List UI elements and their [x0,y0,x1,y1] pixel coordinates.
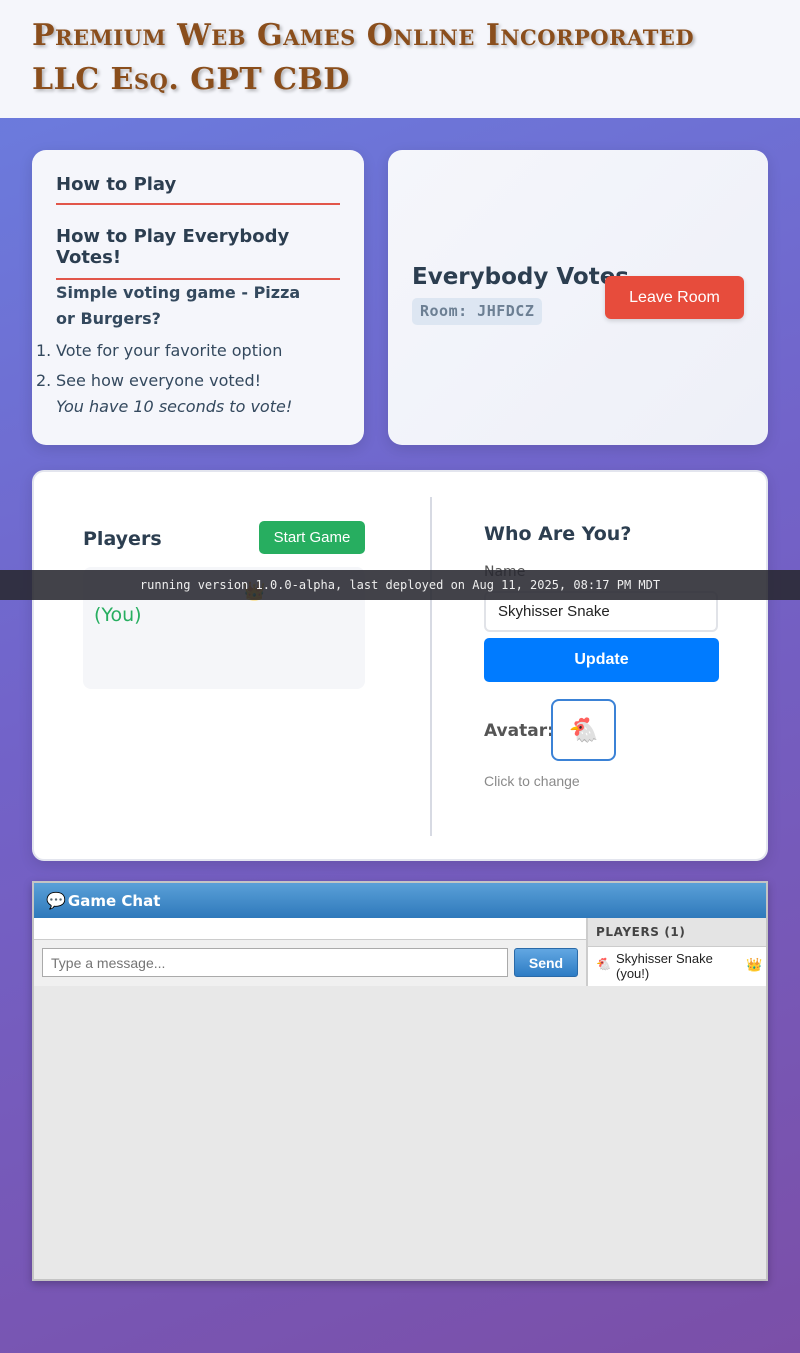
leave-room-button[interactable]: Leave Room [605,276,744,319]
chat-players-header: PLAYERS (1) [588,918,766,947]
site-header: Premium Web Games Online Incorporated LL… [0,0,800,118]
room-card: Everybody Votes Room: JHFDCZ Leave Room [388,150,768,445]
players-title: Players [83,528,162,550]
how-to-step: 1. Vote for your favorite option [36,341,283,360]
send-button[interactable]: Send [514,948,578,977]
lobby-panel: Players Start Game 👑 (You) Who Are You? … [32,470,768,861]
chat-title: Game Chat [67,891,161,910]
start-game-button[interactable]: Start Game [259,521,365,554]
who-are-you-title: Who Are You? [484,523,632,545]
avatar-hint: Click to change [484,773,580,789]
chicken-avatar-icon: 🐔 [568,716,599,744]
crown-icon: 👑 [746,957,763,972]
chicken-avatar-icon: 🐔 [596,957,611,971]
game-description: Simple voting game - Pizza or Burgers? [56,283,301,328]
chat-message-input[interactable] [42,948,508,977]
update-button[interactable]: Update [484,638,719,682]
chat-input-row: Send [34,940,586,986]
site-title: Premium Web Games Online Incorporated LL… [32,18,695,97]
version-bar: running version 1.0.0-alpha, last deploy… [0,570,800,600]
speech-bubble-icon: 💬 [46,891,66,910]
chat-players-sidebar: PLAYERS (1) 🐔 Skyhisser Snake (you!) 👑 [586,918,766,986]
avatar-label: Avatar: [484,721,554,741]
avatar-picker[interactable]: 🐔 [551,699,616,761]
panel-divider [430,497,432,836]
how-to-steps: 1. Vote for your favorite option 2. See ho… [36,336,346,396]
game-title: Everybody Votes [412,264,629,290]
game-chat: 💬 Game Chat Send PLAYERS (1) 🐔 Skyhisser… [32,881,768,1281]
chat-messages [34,918,586,940]
vote-time-note: You have 10 seconds to vote! [56,397,293,416]
how-to-play-heading: How to Play [56,174,340,205]
how-to-step: 2. See how everyone voted! [36,371,262,390]
room-code-badge: Room: JHFDCZ [412,298,543,325]
chat-header: 💬 Game Chat [34,883,766,918]
how-to-play-subheading: How to Play Everybody Votes! [56,226,340,280]
chat-player-name: Skyhisser Snake (you!) [616,951,713,981]
player-you-label: (You) [94,604,142,626]
how-to-play-card: How to Play How to Play Everybody Votes!… [32,150,364,445]
